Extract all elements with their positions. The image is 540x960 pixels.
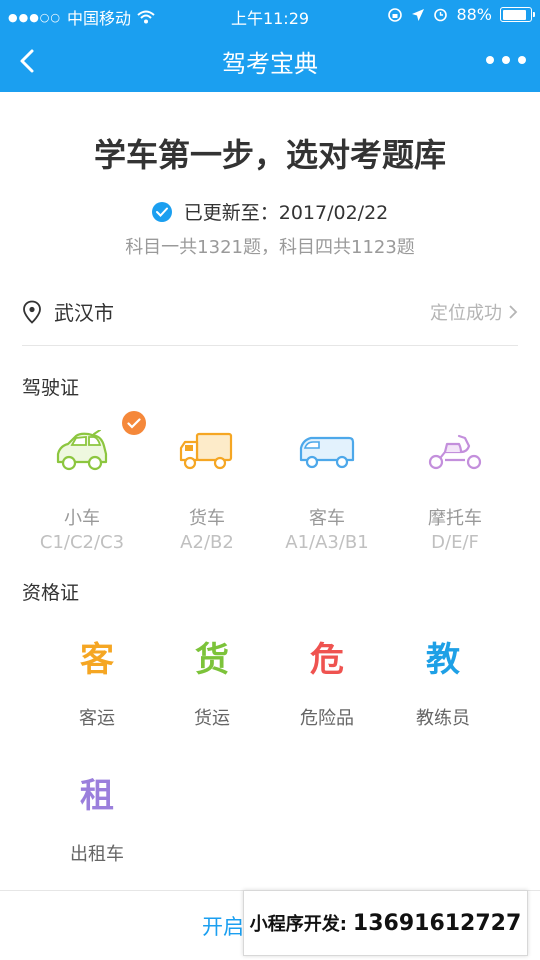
- page-title: 驾考宝典: [222, 50, 318, 78]
- license-option-car[interactable]: 小车 C1/C2/C3: [17, 430, 147, 553]
- chevron-right-icon: [509, 304, 518, 319]
- question-counts: 科目一共1321题，科目四共1123题: [125, 237, 415, 258]
- qualification-option-freight[interactable]: 货 货运: [147, 640, 277, 730]
- qualification-option-hazardous[interactable]: 危 危险品: [262, 640, 392, 730]
- more-dot: [502, 56, 510, 64]
- qualification-label: 货运: [194, 708, 230, 729]
- hazardous-goods-icon: 危: [310, 640, 344, 680]
- license-section-title: 驾驶证: [22, 377, 80, 399]
- location-status[interactable]: 定位成功: [430, 299, 518, 325]
- qualification-option-passenger[interactable]: 客 客运: [32, 640, 162, 730]
- license-name: 小车: [64, 508, 100, 529]
- qualification-label: 客运: [79, 708, 115, 729]
- instructor-icon: 教: [426, 640, 460, 680]
- license-name: 摩托车: [428, 508, 482, 529]
- watermark-number: 13691612727: [352, 910, 522, 936]
- alarm-icon: [434, 8, 448, 22]
- qualification-label: 教练员: [416, 708, 470, 729]
- license-option-motorcycle[interactable]: 摩托车 D/E/F: [390, 430, 520, 553]
- check-circle-icon: [151, 201, 172, 222]
- qualification-label: 出租车: [70, 844, 124, 865]
- qualification-section-title: 资格证: [22, 582, 80, 604]
- truck-icon: [179, 432, 233, 470]
- battery-percent: 88%: [456, 5, 492, 24]
- license-code: A1/A3/B1: [285, 532, 369, 553]
- update-label: 已更新至：2017/02/22: [183, 202, 389, 224]
- license-name: 货车: [189, 508, 225, 529]
- motorcycle-icon: [428, 434, 482, 470]
- qualification-label: 危险品: [300, 708, 354, 729]
- location-pin-icon: [23, 300, 41, 324]
- city-label: 武汉市: [54, 301, 114, 325]
- more-options-icon[interactable]: [486, 50, 526, 70]
- license-code: A2/B2: [180, 532, 234, 553]
- start-button[interactable]: 开启: [202, 911, 244, 941]
- status-bar: ●●●○○ 中国移动 上午11:29 88%: [0, 0, 540, 30]
- license-option-truck[interactable]: 货车 A2/B2: [142, 430, 272, 553]
- bus-icon: [299, 436, 355, 469]
- license-code: D/E/F: [431, 532, 479, 553]
- more-dot: [486, 56, 494, 64]
- qualification-option-instructor[interactable]: 教 教练员: [378, 640, 508, 730]
- passenger-transport-icon: 客: [80, 640, 114, 680]
- update-info: 已更新至：2017/02/22: [0, 198, 540, 225]
- watermark-overlay: 小程序开发: 13691612727: [243, 890, 528, 956]
- location-row[interactable]: 武汉市 定位成功: [22, 278, 518, 346]
- qualification-option-taxi[interactable]: 租 出租车: [32, 776, 162, 866]
- status-right: 88%: [387, 5, 535, 24]
- rotation-lock-icon: [388, 7, 403, 22]
- watermark-prefix: 小程序开发:: [249, 914, 347, 935]
- car-icon: [56, 430, 108, 471]
- more-dot: [518, 56, 526, 64]
- battery-icon: [500, 7, 535, 22]
- nav-bar: 驾考宝典: [0, 30, 540, 92]
- battery-level: [502, 9, 527, 20]
- license-option-bus[interactable]: 客车 A1/A3/B1: [262, 430, 392, 553]
- license-name: 客车: [309, 508, 345, 529]
- taxi-icon: 租: [80, 776, 114, 816]
- location-arrow-icon: [412, 8, 425, 21]
- license-options: 小车 C1/C2/C3 货车 A2/B2 客车 A1/A3/B1 摩托车 D/E…: [0, 430, 540, 560]
- license-code: C1/C2/C3: [39, 532, 125, 553]
- freight-transport-icon: 货: [195, 640, 229, 680]
- headline: 学车第一步，选对考题库: [93, 136, 446, 174]
- location-status-label: 定位成功: [430, 302, 502, 324]
- selected-check-badge-icon: [122, 411, 146, 435]
